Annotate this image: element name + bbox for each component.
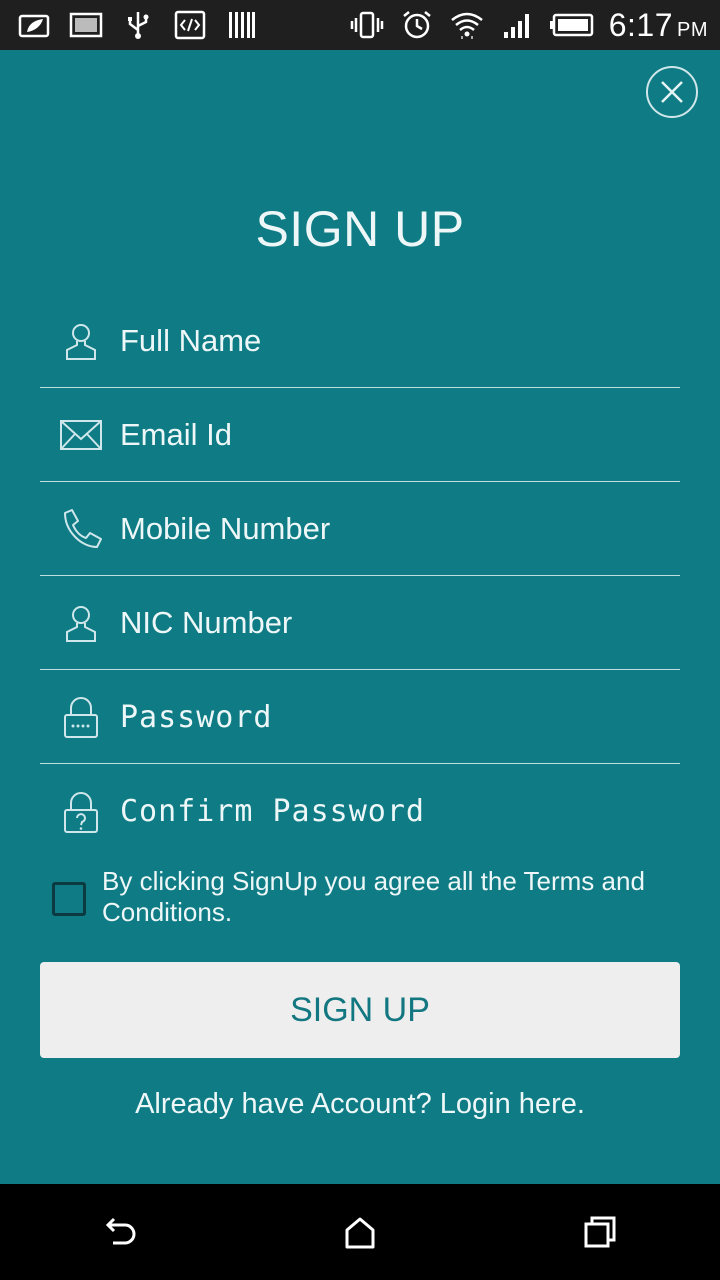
email-placeholder: Email Id: [120, 417, 232, 452]
envelope-icon: [58, 412, 104, 458]
page-title: SIGN UP: [255, 201, 465, 257]
wifi-icon: [449, 9, 485, 41]
mobile-field[interactable]: Mobile Number: [40, 483, 680, 576]
status-time: 6:17 PM: [608, 6, 708, 43]
password-placeholder: Password: [120, 699, 273, 735]
nic-field[interactable]: NIC Number: [40, 577, 680, 670]
terms-checkbox[interactable]: [52, 882, 86, 916]
home-button[interactable]: [330, 1202, 390, 1262]
user-icon: [58, 600, 104, 646]
status-bar: 6:17 PM: [0, 0, 720, 50]
code-icon: [172, 9, 208, 41]
phone-icon: [58, 506, 104, 552]
signal-icon: [499, 9, 535, 41]
back-button[interactable]: [90, 1202, 150, 1262]
navigation-bar: [0, 1184, 720, 1280]
lock-icon: [58, 694, 104, 740]
close-icon: [661, 81, 683, 103]
confirm-password-placeholder: Confirm Password: [120, 794, 425, 829]
back-icon: [105, 1217, 136, 1245]
recents-icon: [584, 1216, 616, 1248]
barcode-icon: [224, 9, 260, 41]
full-name-field[interactable]: Full Name: [40, 295, 680, 388]
alarm-icon: [399, 9, 435, 41]
recents-button[interactable]: [570, 1202, 630, 1262]
vibrate-icon: [349, 9, 385, 41]
nic-placeholder: NIC Number: [120, 605, 293, 640]
confirm-password-field[interactable]: Confirm Password: [40, 765, 680, 858]
email-field[interactable]: Email Id: [40, 389, 680, 482]
image-notification-icon: [68, 9, 104, 41]
terms-text: By clicking SignUp you agree all the Ter…: [102, 866, 645, 927]
signup-button[interactable]: SIGN UP: [40, 962, 680, 1058]
close-button[interactable]: [646, 66, 698, 118]
battery-icon: [549, 9, 595, 41]
mobile-placeholder: Mobile Number: [120, 511, 331, 546]
user-icon: [58, 318, 104, 364]
password-field[interactable]: Password: [40, 671, 680, 764]
full-name-placeholder: Full Name: [120, 323, 262, 358]
leaf-notification-icon: [16, 9, 52, 41]
lock-question-icon: [58, 789, 104, 835]
usb-icon: [120, 9, 156, 41]
terms-row: By clicking SignUp you agree all the Ter…: [52, 866, 672, 928]
login-link[interactable]: Already have Account? Login here.: [0, 1088, 720, 1121]
home-icon: [345, 1217, 375, 1249]
